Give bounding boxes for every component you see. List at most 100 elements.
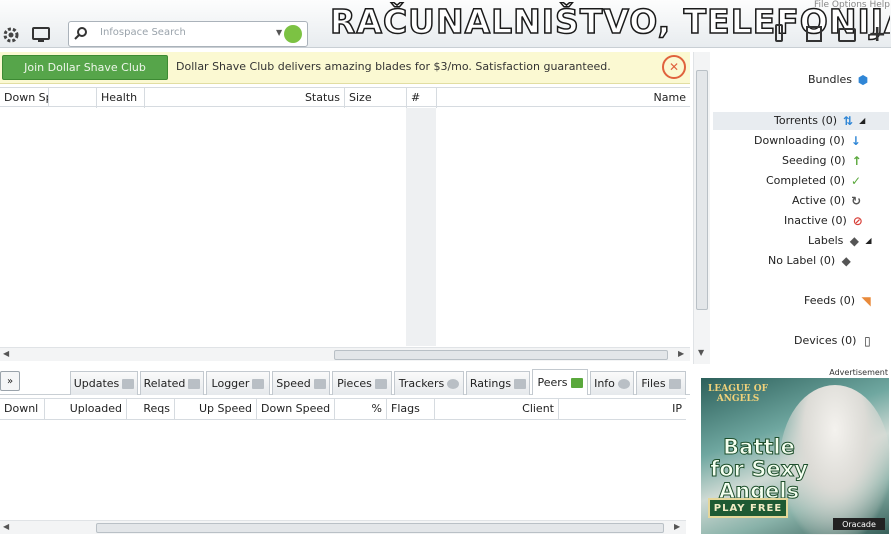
- tab-label: Trackers: [398, 377, 445, 390]
- sidebar-item-labels[interactable]: Labels ◆ ◢: [808, 232, 872, 250]
- column-name[interactable]: Name: [436, 88, 690, 108]
- game-logo: LEAGUE OF ANGELS: [708, 384, 768, 404]
- transfer-arrows-icon: ⇅: [843, 114, 854, 128]
- tab-updates[interactable]: Updates: [70, 371, 138, 395]
- column-size[interactable]: Size: [344, 88, 406, 108]
- sidebar-item-feeds[interactable]: Feeds (0) ◥: [804, 292, 873, 310]
- tab-label: Pieces: [337, 377, 372, 390]
- sidebar-item-active[interactable]: Active (0) ↻: [792, 192, 863, 210]
- search-provider-icon[interactable]: [284, 25, 302, 43]
- tab-related[interactable]: Related: [140, 371, 204, 395]
- device-icon: ▯: [864, 334, 871, 348]
- torrent-list-stripe: [406, 108, 436, 346]
- sidebar-item-bundles[interactable]: Bundles ⬢: [808, 71, 870, 89]
- column-client[interactable]: Client: [434, 399, 558, 419]
- column-percent[interactable]: %: [334, 399, 386, 419]
- scroll-left-icon[interactable]: ◀: [3, 522, 9, 531]
- ad-brand: Oracade: [833, 518, 885, 530]
- ad-headline: Battle for Sexy Angels: [710, 435, 809, 503]
- add-link-icon[interactable]: [838, 28, 856, 42]
- column-reqs[interactable]: Reqs: [126, 399, 174, 419]
- sidebar-item-no-label[interactable]: No Label (0) ◆: [768, 252, 853, 270]
- sidebar-item-completed[interactable]: Completed (0) ✓: [766, 172, 863, 190]
- speed-icon: [313, 378, 326, 389]
- rss-icon: ◥: [861, 294, 871, 308]
- torrent-list[interactable]: [0, 108, 690, 346]
- sidebar-item-devices[interactable]: Devices (0) ▯: [794, 332, 874, 350]
- search-icon[interactable]: [74, 26, 88, 43]
- menu-bar[interactable]: File Options Help: [760, 0, 890, 10]
- collapse-icon[interactable]: ◢: [859, 112, 865, 130]
- tab-label: Related: [143, 377, 186, 390]
- ad-bar-message: Dollar Shave Club delivers amazing blade…: [176, 60, 611, 73]
- create-torrent-icon[interactable]: [806, 26, 822, 42]
- peers-icon: [570, 377, 583, 388]
- tab-logger[interactable]: Logger: [206, 371, 270, 395]
- play-free-button[interactable]: PLAY FREE: [708, 498, 788, 518]
- ratings-icon: [514, 378, 527, 389]
- torrent-list-header: Down Speed Health Status Size # Name: [0, 87, 690, 108]
- download-arrow-icon: ↓: [850, 134, 861, 148]
- add-torrent-icon[interactable]: +: [868, 22, 886, 47]
- tab-files[interactable]: Files: [636, 371, 686, 395]
- tab-ratings[interactable]: Ratings: [466, 371, 530, 395]
- sidebar-item-torrents[interactable]: Torrents (0) ⇅ ◢: [774, 112, 865, 130]
- scroll-left-icon[interactable]: ◀: [3, 349, 9, 358]
- advertisement-label: Advertisement: [829, 368, 888, 377]
- sidebar-item-label: No Label (0): [768, 254, 836, 267]
- scroll-right-icon[interactable]: ▶: [674, 522, 680, 531]
- scrollbar-thumb[interactable]: [696, 70, 708, 310]
- gear-icon[interactable]: [0, 24, 22, 46]
- peers-list[interactable]: [0, 420, 686, 518]
- column-up-speed[interactable]: Up Speed: [174, 399, 256, 419]
- scrollbar-thumb[interactable]: [334, 350, 668, 360]
- column-number[interactable]: #: [406, 88, 436, 108]
- tab-trackers[interactable]: Trackers: [394, 371, 464, 395]
- column-flags[interactable]: Flags: [386, 399, 434, 419]
- column-status[interactable]: Status: [144, 88, 344, 108]
- column-ip[interactable]: IP: [558, 399, 686, 419]
- updates-icon: [122, 378, 135, 389]
- trackers-icon: [447, 378, 460, 389]
- tab-speed[interactable]: Speed: [272, 371, 330, 395]
- tab-pieces[interactable]: Pieces: [332, 371, 392, 395]
- sidebar-item-label: Inactive (0): [784, 214, 847, 227]
- tab-info[interactable]: Info: [590, 371, 634, 395]
- tab-label: Ratings: [469, 377, 512, 390]
- files-icon: [668, 378, 681, 389]
- sidebar-item-label: Completed (0): [766, 174, 846, 187]
- column-down-speed[interactable]: Down Speed: [0, 88, 48, 108]
- scroll-right-icon[interactable]: ▶: [678, 349, 684, 358]
- refresh-icon: ↻: [851, 194, 862, 208]
- tab-peers[interactable]: Peers: [532, 369, 588, 395]
- sidebar-item-label: Active (0): [792, 194, 846, 207]
- scroll-down-icon[interactable]: ▼: [698, 348, 704, 357]
- column-divider: [48, 87, 96, 107]
- sidebar-item-downloading[interactable]: Downloading (0) ↓: [754, 132, 863, 150]
- column-health[interactable]: Health: [96, 88, 144, 108]
- search-placeholder: Infospace Search: [100, 27, 186, 38]
- sidebar-item-label: Feeds (0): [804, 294, 856, 307]
- logger-icon: [252, 378, 265, 389]
- tag-icon: ◆: [849, 234, 860, 248]
- bundle-icon: ⬢: [857, 73, 869, 87]
- expand-panel-icon[interactable]: »: [0, 371, 20, 391]
- upload-arrow-icon: ↑: [851, 154, 862, 168]
- sidebar-item-seeding[interactable]: Seeding (0) ↑: [782, 152, 864, 170]
- chevron-down-icon[interactable]: ▼: [276, 28, 282, 37]
- remote-monitor-icon[interactable]: [30, 24, 52, 46]
- sidebar-item-label: Downloading (0): [754, 134, 845, 147]
- tab-label: Files: [641, 377, 666, 390]
- torrent-list-scrollbar[interactable]: ◀ ▶: [0, 347, 690, 361]
- sidebar-item-label: Seeding (0): [782, 154, 846, 167]
- remove-icon[interactable]: [775, 24, 783, 42]
- column-downloaded[interactable]: Downl: [0, 399, 44, 419]
- column-uploaded[interactable]: Uploaded: [44, 399, 126, 419]
- sidebar-scrollbar[interactable]: ▼: [693, 52, 710, 364]
- sidebar-item-inactive[interactable]: Inactive (0) ⊘: [784, 212, 865, 230]
- peers-list-scrollbar[interactable]: ◀ ▶: [0, 520, 686, 534]
- column-down-speed[interactable]: Down Speed: [256, 399, 334, 419]
- scrollbar-thumb[interactable]: [96, 523, 664, 533]
- join-button[interactable]: Join Dollar Shave Club: [2, 55, 168, 80]
- collapse-icon[interactable]: ◢: [865, 232, 871, 250]
